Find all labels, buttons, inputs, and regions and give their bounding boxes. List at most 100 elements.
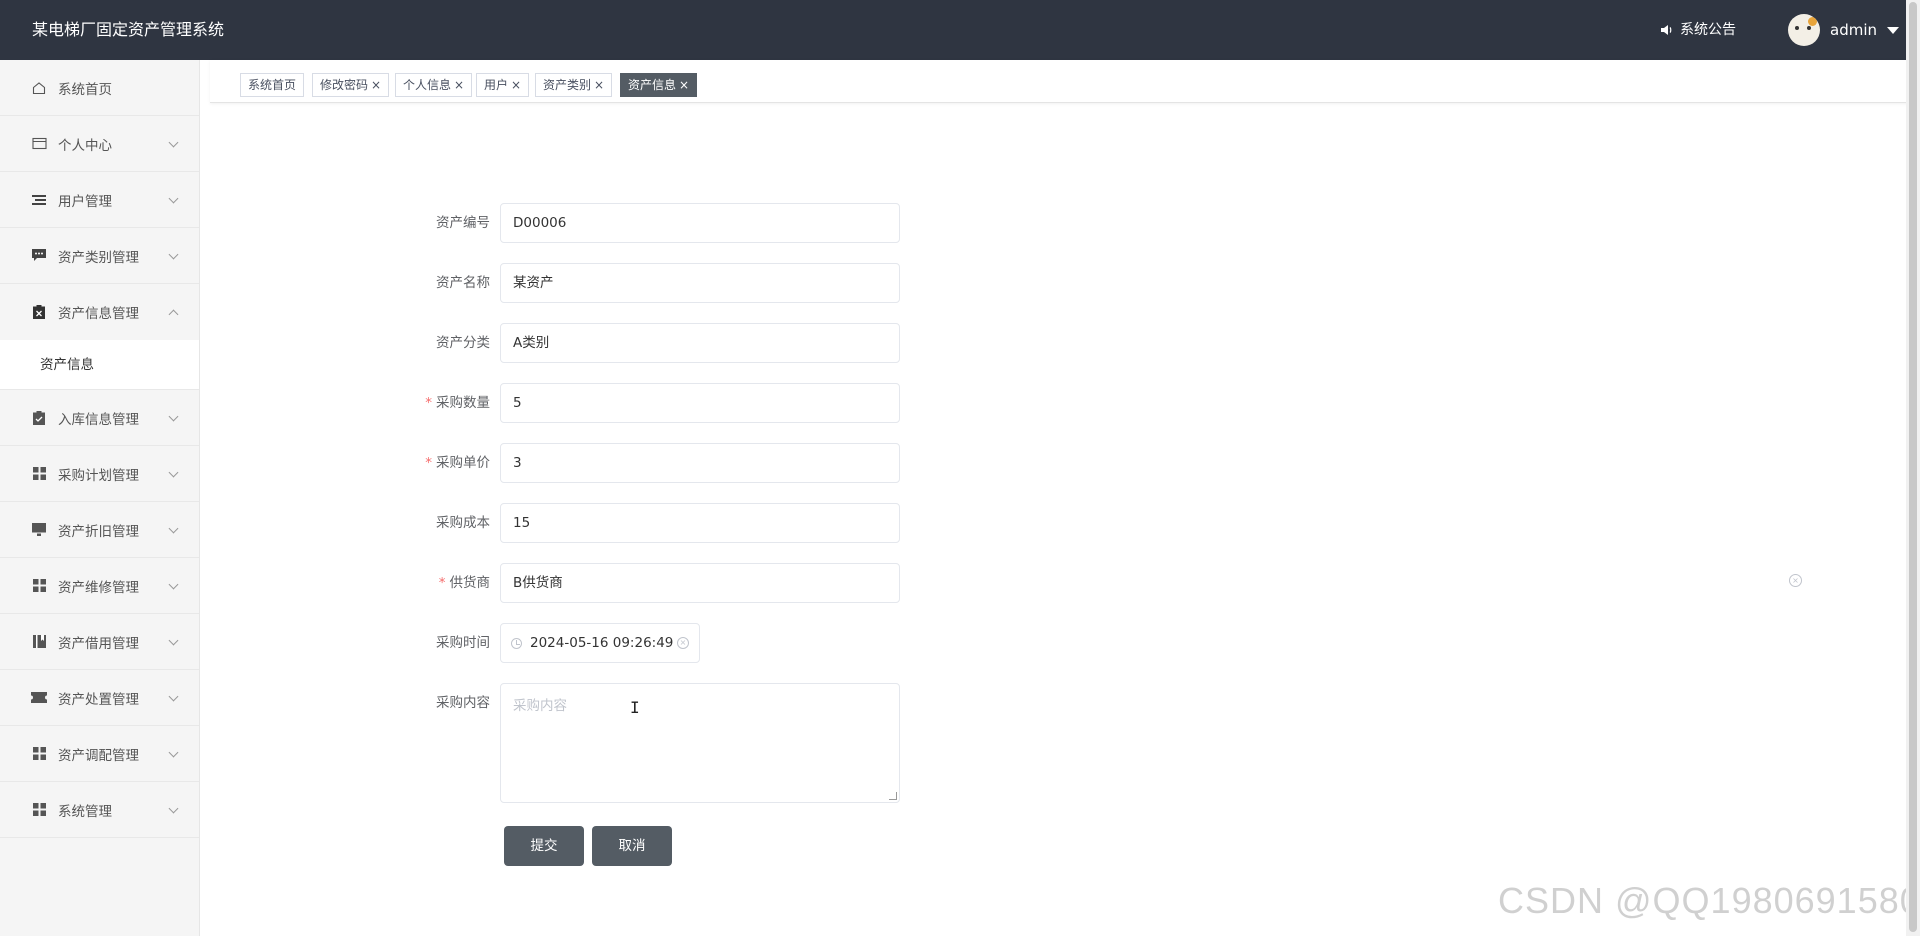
purchase-cost-field[interactable]: 15 [500, 503, 900, 543]
app-title: 某电梯厂固定资产管理系统 [32, 20, 225, 39]
sidebar-item-borrow-management[interactable]: 资产借用管理 [0, 614, 199, 670]
sidebar-item-system-management[interactable]: 系统管理 [0, 782, 199, 838]
chevron-down-icon [168, 411, 179, 422]
notice-label: 系统公告 [1680, 22, 1736, 38]
sidebar-item-asset-category-management[interactable]: 资产类别管理 [0, 228, 199, 284]
chevron-down-icon [168, 579, 179, 590]
tab-user[interactable]: 用户 × [476, 73, 530, 97]
chevron-down-icon [168, 523, 179, 534]
tab-label: 资产信息 [628, 78, 677, 92]
form-row-supplier: * 供货商 B供货商 [400, 563, 900, 603]
tab-label: 个人信息 [403, 78, 452, 92]
asset-code-field[interactable]: D00006 [500, 203, 900, 243]
sidebar-item-disposal-management[interactable]: 资产处置管理 [0, 670, 199, 726]
card-icon [30, 135, 48, 153]
monitor-icon [30, 521, 48, 539]
tab-label: 资产类别 [543, 78, 592, 92]
close-icon[interactable]: × [371, 78, 381, 92]
purchase-content-label: 采购内容 [436, 695, 490, 711]
sidebar-item-label: 资产信息管理 [58, 306, 139, 322]
clipboard-icon [30, 303, 48, 321]
tab-asset-info[interactable]: 资产信息 × [620, 73, 698, 97]
asset-name-label: 资产名称 [436, 275, 490, 291]
user-menu[interactable]: admin [1788, 14, 1899, 46]
tab-home[interactable]: 系统首页 [240, 73, 305, 97]
purchase-qty-field[interactable]: 5 [500, 383, 900, 423]
sidebar-item-label: 系统管理 [58, 803, 112, 820]
required-mark: * [425, 395, 432, 411]
sidebar-item-personal-center[interactable]: 个人中心 [0, 116, 199, 172]
close-icon[interactable]: × [511, 78, 521, 92]
submit-button[interactable]: 提交 [504, 826, 584, 866]
sidebar-item-label: 资产类别管理 [58, 249, 139, 266]
close-icon[interactable]: × [454, 78, 464, 92]
sidebar-item-label: 入库信息管理 [58, 411, 139, 428]
tab-personal-info[interactable]: 个人信息 × [395, 73, 473, 97]
chevron-down-icon [168, 467, 179, 478]
form-row-purchase-cost: 采购成本 15 [400, 503, 900, 543]
asset-name-field[interactable]: 某资产 [500, 263, 900, 303]
tab-change-password[interactable]: 修改密码 × [312, 73, 390, 97]
clear-icon[interactable]: × [1789, 574, 1802, 587]
supplier-field[interactable]: B供货商 [500, 563, 900, 603]
grid-icon [30, 801, 48, 819]
close-icon[interactable]: × [594, 78, 604, 92]
grid-icon [30, 465, 48, 483]
sidebar-item-label: 采购计划管理 [58, 467, 139, 484]
sidebar-item-asset-info-management[interactable]: 资产信息管理 [0, 284, 199, 340]
top-bar: 某电梯厂固定资产管理系统 系统公告 admin [0, 0, 1920, 60]
supplier-label: * 供货商 [438, 575, 490, 591]
system-notice-link[interactable]: 系统公告 [1660, 0, 1736, 60]
form-row-purchase-content: 采购内容 采购内容 [400, 683, 900, 803]
sidebar-item-maintenance-management[interactable]: 资产维修管理 [0, 558, 199, 614]
unit-price-field[interactable]: 3 [500, 443, 900, 483]
form-row-asset-name: 资产名称 某资产 [400, 263, 900, 303]
tags-view: 系统首页 修改密码 × 个人信息 × 用户 × 资产类别 × 资产信息 × [210, 60, 1910, 103]
book-icon [30, 633, 48, 651]
sidebar-item-label: 资产维修管理 [58, 579, 139, 596]
form-row-unit-price: * 采购单价 3 [400, 443, 900, 483]
chevron-up-icon [168, 309, 179, 320]
purchase-time-value: 2024-05-16 09:26:49 [530, 635, 674, 651]
sidebar-item-label: 资产借用管理 [58, 635, 139, 652]
list-icon [30, 191, 48, 209]
text-cursor-icon: I [630, 698, 640, 717]
chevron-down-icon [168, 635, 179, 646]
avatar [1788, 14, 1820, 46]
purchase-content-textarea[interactable]: 采购内容 [500, 683, 900, 803]
sidebar-item-label: 资产调配管理 [58, 747, 139, 764]
chevron-down-icon [168, 803, 179, 814]
sidebar-item-label: 用户管理 [58, 193, 112, 210]
asset-code-label: 资产编号 [436, 215, 490, 231]
form-row-asset-code: 资产编号 D00006 [400, 203, 900, 243]
clear-icon[interactable]: × [677, 637, 689, 649]
sidebar-subitem-asset-info[interactable]: 资产信息 [0, 340, 199, 390]
required-mark: * [438, 575, 446, 591]
ticket-icon [30, 689, 48, 707]
chevron-down-icon [168, 691, 179, 702]
cancel-button[interactable]: 取消 [592, 826, 672, 866]
tab-asset-category[interactable]: 资产类别 × [535, 73, 613, 97]
grid-icon [30, 577, 48, 595]
sidebar: 系统首页 个人中心 用户管理 资产类别管理 资产信息管理 资产信息 入库信息管理… [0, 60, 200, 936]
resize-handle[interactable] [889, 792, 897, 800]
chevron-down-icon [168, 137, 179, 148]
sidebar-item-user-management[interactable]: 用户管理 [0, 172, 199, 228]
sidebar-item-home[interactable]: 系统首页 [0, 60, 199, 116]
scrollbar[interactable] [1906, 0, 1920, 936]
sidebar-item-label: 系统首页 [58, 81, 112, 98]
scrollbar-thumb[interactable] [1909, 2, 1917, 932]
asset-category-field[interactable]: A类别 [500, 323, 900, 363]
purchase-time-picker[interactable]: 2024-05-16 09:26:49 × [500, 623, 700, 663]
chevron-down-icon [168, 193, 179, 204]
sidebar-item-stock-in-management[interactable]: 入库信息管理 [0, 390, 199, 446]
watermark: CSDN @QQ1980691580 [1498, 880, 1920, 921]
tab-label: 修改密码 [320, 78, 369, 92]
sidebar-item-depreciation-management[interactable]: 资产折旧管理 [0, 502, 199, 558]
sidebar-item-allocation-management[interactable]: 资产调配管理 [0, 726, 199, 782]
chevron-down-icon [168, 249, 179, 260]
sidebar-item-purchase-plan-management[interactable]: 采购计划管理 [0, 446, 199, 502]
clock-icon [511, 637, 522, 649]
close-icon[interactable]: × [679, 78, 689, 92]
required-mark: * [425, 455, 432, 471]
